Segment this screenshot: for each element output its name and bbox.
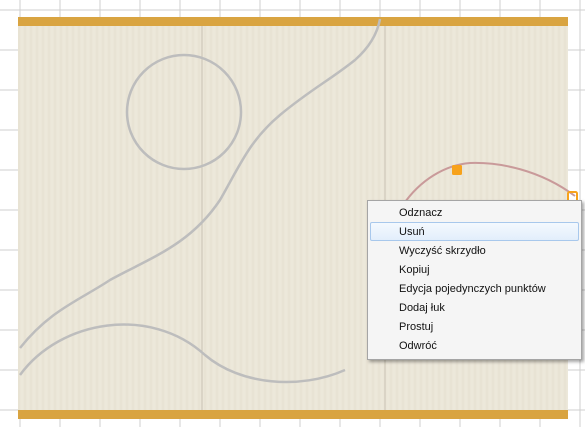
menu-item-delete[interactable]: Usuń	[370, 222, 579, 241]
menu-item-straighten[interactable]: Prostuj	[370, 317, 579, 336]
menu-item-add-arc[interactable]: Dodaj łuk	[370, 298, 579, 317]
menu-item-deselect[interactable]: Odznacz	[370, 203, 579, 222]
menu-item-reverse[interactable]: Odwróć	[370, 336, 579, 355]
context-menu: Odznacz Usuń Wyczyść skrzydło Kopiuj Edy…	[367, 200, 582, 360]
top-rail	[18, 17, 568, 26]
menu-item-edit-points[interactable]: Edycja pojedynczych punktów	[370, 279, 579, 298]
bottom-rail	[18, 410, 568, 419]
menu-item-clear-wing[interactable]: Wyczyść skrzydło	[370, 241, 579, 260]
arc-handle[interactable]	[452, 165, 462, 175]
menu-item-copy[interactable]: Kopiuj	[370, 260, 579, 279]
